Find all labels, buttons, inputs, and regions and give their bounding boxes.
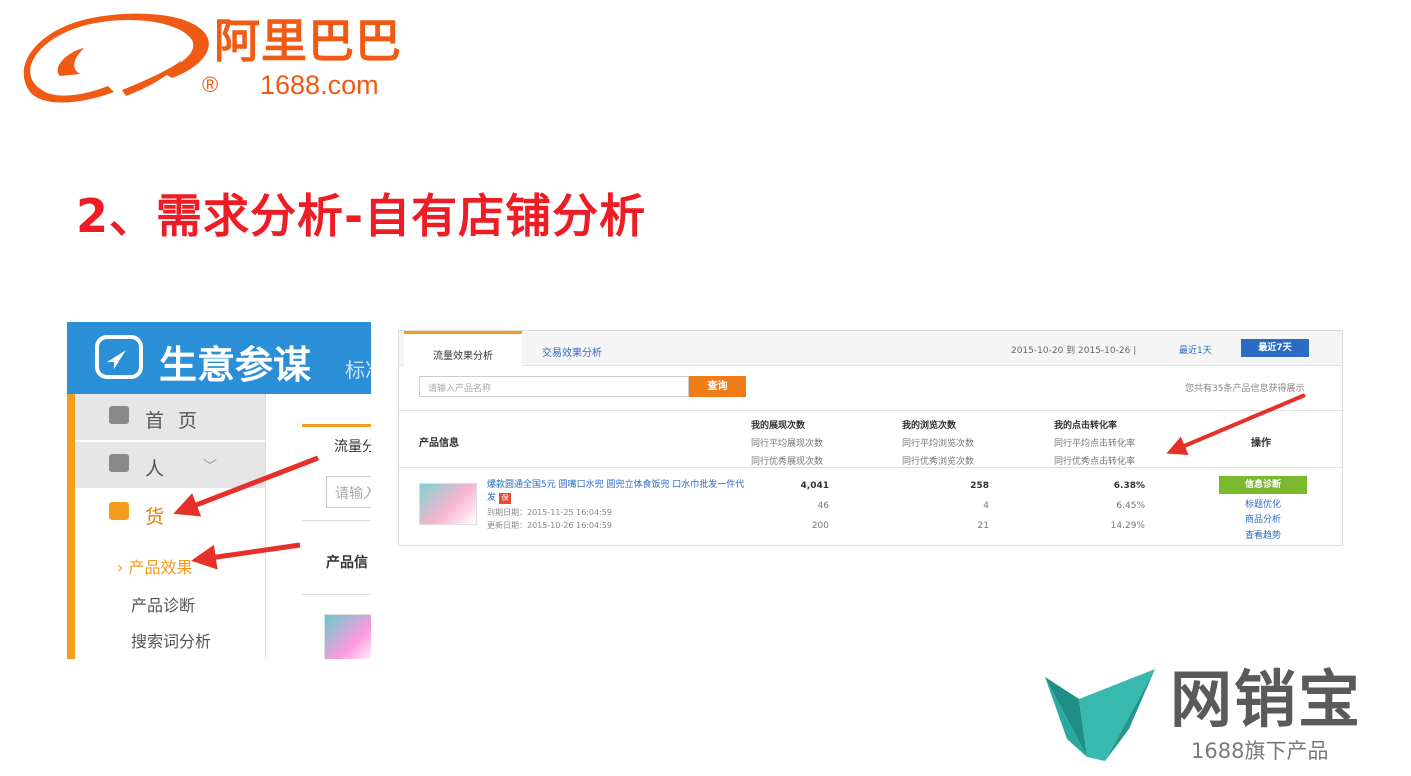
my-ctr-value: 6.38%	[1113, 481, 1145, 491]
wangxiaobao-tagline: 1688旗下产品	[1191, 739, 1329, 763]
title-optimize-link[interactable]: 标题优化	[1219, 497, 1307, 510]
alibaba-domain: 1688.com	[260, 70, 379, 100]
subnav-item-product-effect[interactable]: › 产品效果	[117, 554, 193, 578]
column-header-sub: 同行优秀浏览次数	[902, 457, 975, 467]
tab-trade-effect[interactable]: 交易效果分析	[527, 331, 617, 366]
search-button[interactable]: 查询	[689, 376, 746, 397]
sidebar-subnav: › 产品效果 产品诊断 搜索词分析	[75, 322, 265, 659]
column-header-ops: 操作	[1251, 438, 1271, 449]
subnav-label: 产品效果	[128, 558, 193, 577]
column-header-sub: 同行优秀点击转化率	[1054, 457, 1136, 467]
product-analysis-link[interactable]: 商品分析	[1219, 512, 1307, 525]
date-range: 2015-10-20 到 2015-10-26 |	[1011, 346, 1137, 356]
column-header-sub: 同行平均浏览次数	[902, 439, 975, 449]
product-title-link[interactable]: 爆款圆通全国5元 圆嘴口水兜 圆兜立体食饭兜 口水巾批发一件代发保	[487, 479, 747, 505]
slide-title: 2、需求分析-自有店铺分析	[76, 189, 647, 243]
column-header-main: 我的浏览次数	[902, 421, 957, 431]
subnav-item-search-keyword[interactable]: 搜索词分析	[131, 628, 211, 652]
column-header-product-info: 产品信	[326, 555, 368, 571]
tab-bar: 流量效果分析 交易效果分析 2015-10-20 到 2015-10-26 | …	[399, 331, 1342, 366]
alibaba-swirl-icon	[23, 13, 209, 103]
wangxiaobao-name: 网销宝	[1170, 663, 1363, 736]
column-header-sub: 同行平均点击转化率	[1054, 439, 1136, 449]
divider	[399, 410, 1342, 411]
divider	[399, 467, 1342, 468]
column-header-main: 我的展现次数	[751, 421, 806, 431]
column-header-views[interactable]: 我的浏览次数 同行平均浏览次数 同行优秀浏览次数	[902, 417, 974, 471]
update-date: 更新日期：2015-10-26 16:04:59	[487, 521, 612, 530]
tab-traffic-effect[interactable]: 流量效果分析	[404, 331, 522, 366]
my-views-value: 258	[970, 481, 989, 491]
tab-traffic[interactable]: 流量分	[334, 436, 371, 456]
peer-best-views-value: 21	[977, 521, 989, 531]
product-thumbnail[interactable]	[324, 614, 371, 659]
column-header-exposure[interactable]: 我的展现次数 同行平均展现次数 同行优秀展现次数	[751, 417, 823, 471]
main-panel: 流量分 请输入 产品信	[265, 394, 371, 659]
product-name-search-input[interactable]: 请输入产品名称	[419, 376, 689, 397]
last-7-days-button[interactable]: 最近7天	[1241, 339, 1309, 357]
guarantee-badge: 保	[499, 493, 512, 504]
divider	[302, 594, 371, 595]
last-1-day-link[interactable]: 最近1天	[1179, 343, 1212, 356]
peer-avg-ctr-value: 6.45%	[1116, 501, 1145, 511]
peer-best-exposure-value: 200	[811, 521, 829, 531]
product-thumbnail[interactable]	[419, 483, 477, 525]
column-header-sub: 同行平均展现次数	[751, 439, 824, 449]
peer-best-ctr-value: 14.29%	[1110, 521, 1145, 531]
column-header-ctr[interactable]: 我的点击转化率 同行平均点击转化率 同行优秀点击转化率	[1054, 417, 1135, 471]
column-header-sub: 同行优秀展现次数	[751, 457, 824, 467]
info-diagnosis-button[interactable]: 信息诊断	[1219, 476, 1307, 494]
product-title: 爆款圆通全国5元 圆嘴口水兜 圆兜立体食饭兜 口水巾批发一件代发	[487, 480, 745, 503]
right-screenshot: 流量效果分析 交易效果分析 2015-10-20 到 2015-10-26 | …	[398, 330, 1343, 546]
alibaba-name: 阿里巴巴	[214, 14, 402, 68]
registered-mark: ®	[202, 72, 219, 97]
wangxiaobao-mark-icon	[1045, 669, 1155, 761]
expiry-date: 到期日期：2015-11-25 16:04:59	[487, 508, 612, 517]
active-tab-indicator	[302, 424, 371, 427]
alibaba-logo: 阿里巴巴 ® 1688.com	[22, 12, 412, 107]
product-count-note: 您共有35条产品信息获得展示	[1185, 384, 1305, 394]
chevron-right-icon: ›	[117, 558, 124, 577]
subnav-item-product-diagnosis[interactable]: 产品诊断	[131, 592, 195, 616]
wangxiaobao-logo: 网销宝 1688旗下产品	[1045, 665, 1385, 765]
column-header-main: 我的点击转化率	[1054, 421, 1118, 431]
left-screenshot: 生意参谋 标准 首页 人 ﹀ 货 › 产品效果 产品诊断 搜索词分析 流量分 请…	[67, 322, 371, 659]
app-brand-suffix: 标准	[345, 358, 371, 382]
my-exposure-value: 4,041	[800, 481, 829, 491]
product-search-input[interactable]: 请输入	[326, 476, 371, 508]
peer-avg-exposure-value: 46	[817, 501, 829, 511]
column-header-product-info: 产品信息	[419, 438, 459, 449]
view-trend-link[interactable]: 查看趋势	[1219, 528, 1307, 541]
peer-avg-views-value: 4	[983, 501, 989, 511]
divider	[302, 520, 371, 521]
